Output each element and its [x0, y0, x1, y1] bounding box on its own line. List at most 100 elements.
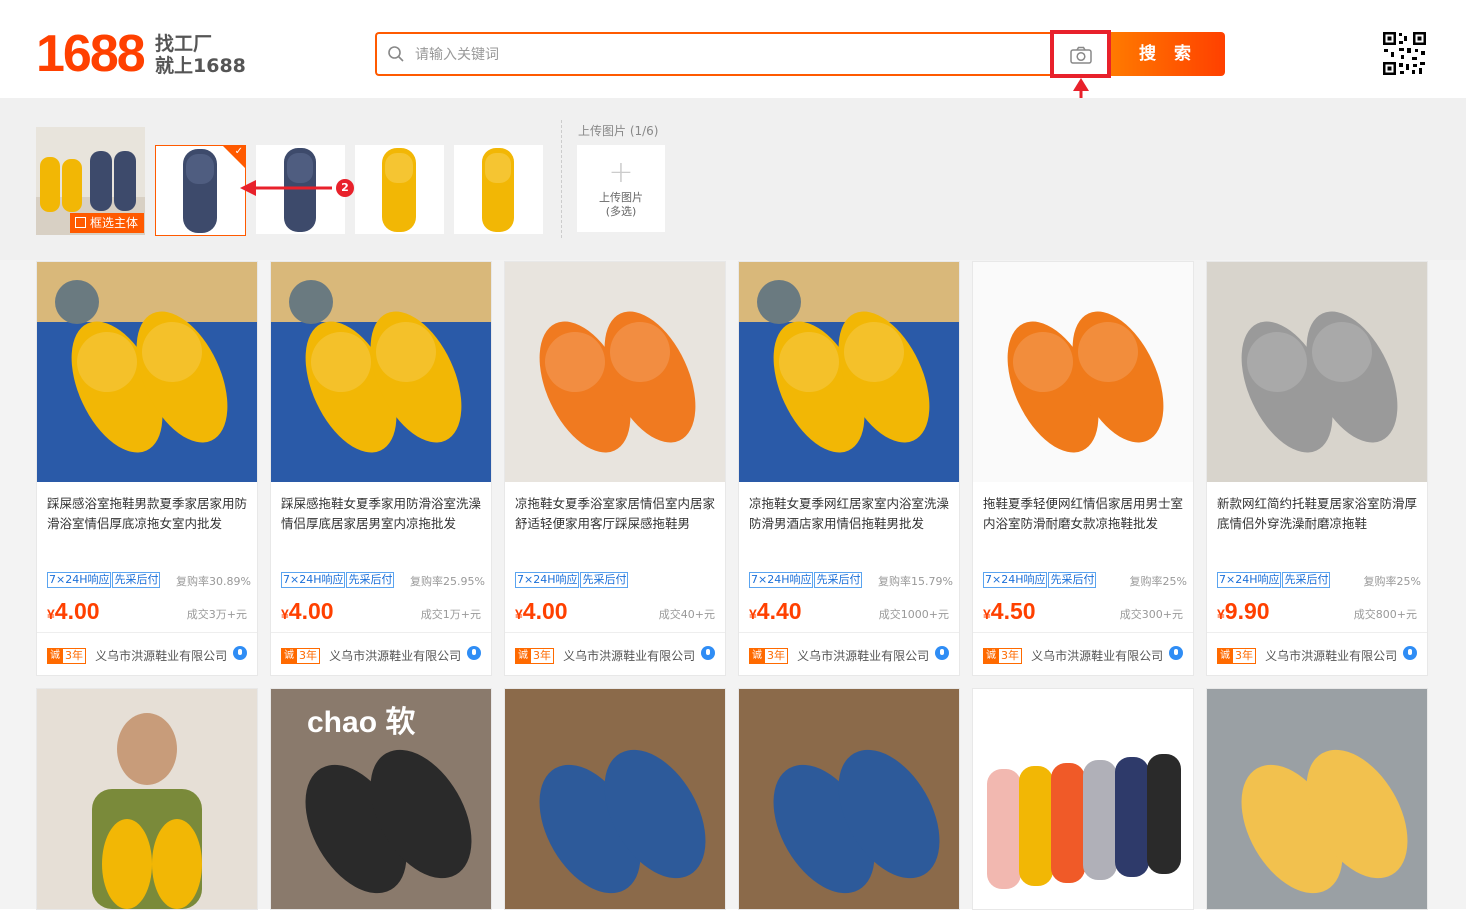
product-price: ¥4.00: [47, 598, 100, 625]
product-price: ¥4.50: [983, 598, 1036, 625]
supplier-info[interactable]: 诚 3年 义乌市洪源鞋业有限公司: [1217, 645, 1421, 664]
slipper-photo: [1207, 262, 1427, 482]
product-card[interactable]: [36, 688, 258, 910]
response-tag: 7×24H响应: [515, 572, 580, 588]
chat-icon[interactable]: [1169, 646, 1183, 660]
pay-later-tag: 先采后付: [1048, 572, 1097, 588]
product-price: ¥4.00: [281, 598, 334, 625]
logo-slogan-line1: 找工厂: [155, 33, 213, 55]
product-grid: 踩屎感浴室拖鞋男款夏季家居家用防滑浴室情侣厚底凉拖女室内批发 7×24H响应 先采…: [0, 260, 1466, 910]
member-years: 3年: [764, 647, 788, 664]
response-tag: 7×24H响应: [281, 572, 346, 588]
company-name[interactable]: 义乌市洪源鞋业有限公司: [1265, 647, 1397, 664]
sales-volume: 成交3万+元: [186, 608, 247, 621]
main-image-thumbnail[interactable]: 框选主体: [36, 127, 145, 235]
check-icon: ✓: [234, 146, 243, 157]
currency-symbol: ¥: [281, 606, 289, 622]
supplier-info[interactable]: 诚 3年 义乌市洪源鞋业有限公司: [281, 645, 485, 664]
product-card[interactable]: [1206, 688, 1428, 910]
service-tags: 7×24H响应 先采后付 复购率25%: [983, 572, 1187, 588]
product-card[interactable]: 拖鞋夏季轻便网红情侣家居用男士室内浴室防滑耐磨女款凉拖鞋批发 7×24H响应 先采…: [972, 261, 1194, 676]
supplier-info[interactable]: 诚 3年 义乌市洪源鞋业有限公司: [47, 645, 251, 664]
repurchase-rate: 复购率25.95%: [410, 575, 485, 588]
repurchase-rate: 复购率15.79%: [878, 575, 953, 588]
logo-slogan: 找工厂 就上1688: [155, 33, 246, 77]
product-card[interactable]: [504, 688, 726, 910]
image-search-button[interactable]: [1050, 30, 1111, 78]
chat-icon[interactable]: [935, 646, 949, 660]
product-title[interactable]: 踩屎感浴室拖鞋男款夏季家居家用防滑浴室情侣厚底凉拖女室内批发: [47, 494, 249, 534]
product-image[interactable]: [973, 262, 1193, 482]
product-card[interactable]: chao 软: [270, 688, 492, 910]
product-image[interactable]: [505, 262, 725, 482]
company-name[interactable]: 义乌市洪源鞋业有限公司: [563, 647, 695, 664]
company-name[interactable]: 义乌市洪源鞋业有限公司: [95, 647, 227, 664]
sales-volume: 成交1000+元: [878, 608, 949, 621]
product-card[interactable]: 踩屎感浴室拖鞋男款夏季家居家用防滑浴室情侣厚底凉拖女室内批发 7×24H响应 先采…: [36, 261, 258, 676]
product-image[interactable]: [739, 262, 959, 482]
supplier-info[interactable]: 诚 3年 义乌市洪源鞋业有限公司: [749, 645, 953, 664]
company-name[interactable]: 义乌市洪源鞋业有限公司: [797, 647, 929, 664]
product-card[interactable]: [972, 688, 1194, 910]
repurchase-rate: 复购率30.89%: [176, 575, 251, 588]
upload-label: 上传图片: [599, 191, 643, 204]
product-title[interactable]: 拖鞋夏季轻便网红情侣家居用男士室内浴室防滑耐磨女款凉拖鞋批发: [983, 494, 1185, 534]
divider: [271, 632, 491, 633]
product-image[interactable]: [1207, 262, 1427, 482]
product-card[interactable]: 踩屎感拖鞋女夏季家用防滑浴室洗澡情侣厚底居家居男室内凉拖批发 7×24H响应 先采…: [270, 261, 492, 676]
product-image[interactable]: [1207, 689, 1427, 909]
chat-icon[interactable]: [701, 646, 715, 660]
yellow-slipper-image: [454, 145, 543, 234]
trust-badge-icon: 诚: [281, 647, 297, 664]
qr-code-icon[interactable]: [1382, 31, 1427, 76]
search-button[interactable]: 搜 索: [1111, 32, 1225, 76]
logo[interactable]: 1688: [36, 26, 146, 82]
search-input[interactable]: [415, 42, 1035, 68]
product-title[interactable]: 新款网红简约托鞋夏居家浴室防滑厚底情侣外穿洗澡耐磨凉拖鞋: [1217, 494, 1419, 534]
currency-symbol: ¥: [749, 606, 757, 622]
product-card[interactable]: 凉拖鞋女夏季浴室家居情侣室内居家舒适轻便家用客厅踩屎感拖鞋男 7×24H响应 先采…: [504, 261, 726, 676]
chat-icon[interactable]: [233, 646, 247, 660]
subject-thumbnail-4[interactable]: [454, 145, 543, 234]
camera-icon: [1070, 46, 1092, 64]
product-image[interactable]: [505, 689, 725, 909]
product-image[interactable]: [973, 689, 1193, 909]
product-image[interactable]: [271, 262, 491, 482]
select-subject-button[interactable]: 框选主体: [70, 213, 145, 233]
subject-thumbnail-3[interactable]: [355, 145, 444, 234]
supplier-info[interactable]: 诚 3年 义乌市洪源鞋业有限公司: [515, 645, 719, 664]
price-value: 4.50: [990, 598, 1036, 624]
product-title[interactable]: 踩屎感拖鞋女夏季家用防滑浴室洗澡情侣厚底居家居男室内凉拖批发: [281, 494, 483, 534]
product-card[interactable]: 新款网红简约托鞋夏居家浴室防滑厚底情侣外穿洗澡耐磨凉拖鞋 7×24H响应 先采后付…: [1206, 261, 1428, 676]
divider: [505, 632, 725, 633]
member-years: 3年: [296, 647, 320, 664]
response-tag: 7×24H响应: [47, 572, 112, 588]
pay-later-tag: 先采后付: [1282, 572, 1331, 588]
price-value: 4.40: [756, 598, 802, 624]
response-tag: 7×24H响应: [1217, 572, 1282, 588]
image-search-panel: 框选主体 ✓ 上传图片 (1/6) + 上传图片 (多选): [0, 98, 1466, 260]
company-name[interactable]: 义乌市洪源鞋业有限公司: [329, 647, 461, 664]
product-card[interactable]: 凉拖鞋女夏季网红居家室内浴室洗澡防滑男酒店家用情侣拖鞋男批发 7×24H响应 先采…: [738, 261, 960, 676]
yellow-slipper-image: [355, 145, 444, 234]
chat-icon[interactable]: [467, 646, 481, 660]
slipper-photo: [973, 262, 1193, 482]
repurchase-rate: 复购率25%: [1129, 575, 1187, 588]
product-card[interactable]: [738, 688, 960, 910]
chat-icon[interactable]: [1403, 646, 1417, 660]
price-value: 4.00: [288, 598, 334, 624]
supplier-info[interactable]: 诚 3年 义乌市洪源鞋业有限公司: [983, 645, 1187, 664]
product-image[interactable]: [739, 689, 959, 909]
product-title[interactable]: 凉拖鞋女夏季网红居家室内浴室洗澡防滑男酒店家用情侣拖鞋男批发: [749, 494, 951, 534]
product-image[interactable]: [37, 262, 257, 482]
product-title[interactable]: 凉拖鞋女夏季浴室家居情侣室内居家舒适轻便家用客厅踩屎感拖鞋男: [515, 494, 717, 534]
upload-image-button[interactable]: + 上传图片 (多选): [577, 145, 665, 232]
product-image[interactable]: [37, 689, 257, 909]
divider: [37, 632, 257, 633]
service-tags: 7×24H响应 先采后付 复购率30.89%: [47, 572, 251, 588]
subject-thumbnail-1[interactable]: ✓: [155, 145, 246, 236]
member-years: 3年: [62, 647, 86, 664]
company-name[interactable]: 义乌市洪源鞋业有限公司: [1031, 647, 1163, 664]
product-price: ¥4.00: [515, 598, 568, 625]
upload-title: 上传图片 (1/6): [578, 124, 659, 138]
